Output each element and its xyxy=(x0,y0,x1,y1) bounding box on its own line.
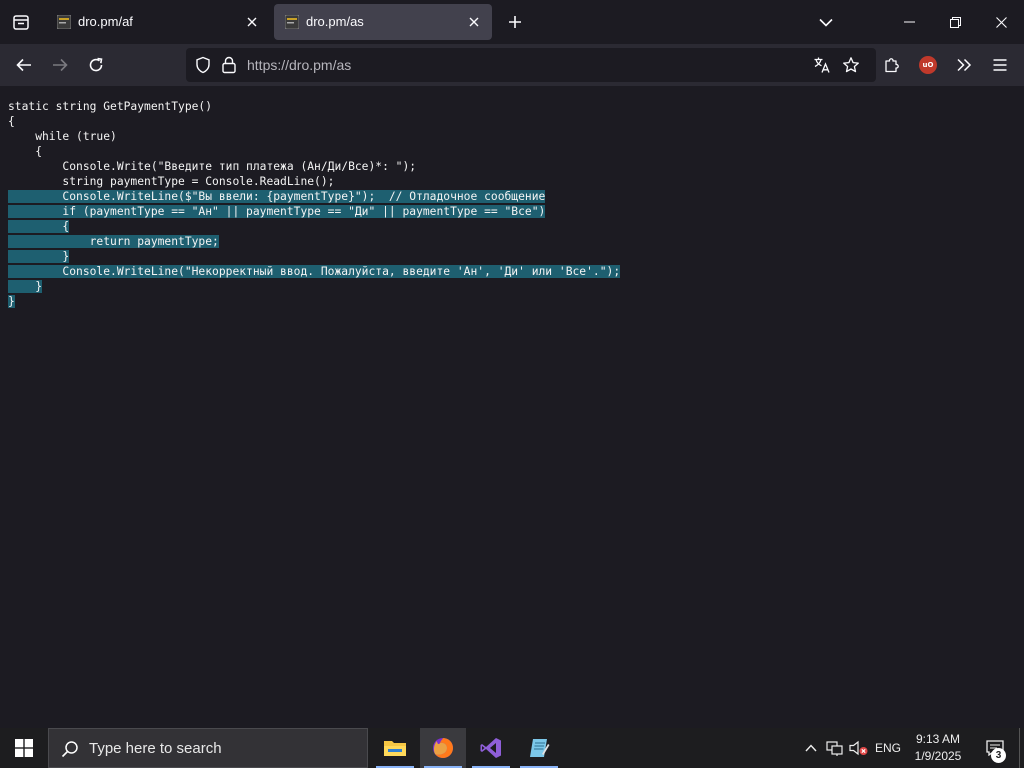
navigation-toolbar: https://dro.pm/as uO xyxy=(0,44,1024,86)
volume-muted-icon[interactable] xyxy=(848,728,870,768)
tab-title: dro.pm/as xyxy=(306,14,364,29)
notepad-icon[interactable] xyxy=(516,728,562,768)
ublock-icon[interactable]: uO xyxy=(912,49,944,81)
site-favicon-icon xyxy=(57,15,71,29)
tab-strip: dro.pm/af dro.pm/as xyxy=(0,0,1024,44)
chevron-up-icon[interactable] xyxy=(800,728,822,768)
plus-icon[interactable] xyxy=(502,9,528,35)
clock-time: 9:13 AM xyxy=(915,732,961,746)
code-line-selected: } xyxy=(8,295,15,308)
taskbar-search-input[interactable]: Type here to search xyxy=(48,728,368,768)
arrow-right-icon[interactable] xyxy=(44,49,76,81)
tab-list-icon[interactable] xyxy=(0,0,42,44)
code-line-selected: return paymentType; xyxy=(8,235,219,248)
close-tab-icon[interactable] xyxy=(242,12,262,32)
firefox-icon[interactable] xyxy=(420,728,466,768)
star-icon[interactable] xyxy=(842,56,860,74)
show-desktop-button[interactable] xyxy=(1019,728,1024,768)
code-line: while (true) xyxy=(8,130,117,143)
code-line-selected: } xyxy=(8,280,43,293)
ublock-badge: uO xyxy=(919,56,937,74)
url-bar[interactable]: https://dro.pm/as xyxy=(186,48,876,82)
clock[interactable]: 9:13 AM 1/9/2025 xyxy=(906,731,970,765)
clock-date: 1/9/2025 xyxy=(914,749,962,763)
puzzle-icon[interactable] xyxy=(876,49,908,81)
code-line-selected: if (paymentType == "Ан" || paymentType =… xyxy=(8,205,546,218)
close-window-icon[interactable] xyxy=(978,0,1024,44)
close-tab-icon[interactable] xyxy=(464,12,484,32)
code-block[interactable]: static string GetPaymentType() { while (t… xyxy=(8,99,621,309)
code-line: { xyxy=(8,115,15,128)
tab-title: dro.pm/af xyxy=(78,14,133,29)
code-line: static string GetPaymentType() xyxy=(8,100,213,113)
file-explorer-icon[interactable] xyxy=(372,728,418,768)
arrow-left-icon[interactable] xyxy=(8,49,40,81)
page-content: static string GetPaymentType() { while (t… xyxy=(0,86,1024,728)
tab-dro-pm-as[interactable]: dro.pm/as xyxy=(274,4,492,40)
translate-icon[interactable] xyxy=(813,56,831,74)
language-indicator[interactable]: ENG xyxy=(872,728,904,768)
url-text[interactable]: https://dro.pm/as xyxy=(247,57,351,73)
site-favicon-icon xyxy=(285,15,299,29)
code-line-selected: { xyxy=(8,220,70,233)
taskbar: Type here to search ENG 9:13 AM 1/9/2025… xyxy=(0,728,1024,768)
reload-icon[interactable] xyxy=(80,49,112,81)
code-line-selected: Console.WriteLine($"Вы ввели: {paymentTy… xyxy=(8,190,546,203)
code-line-selected: Console.WriteLine("Некорректный ввод. По… xyxy=(8,265,621,278)
code-line: { xyxy=(8,145,43,158)
restore-icon[interactable] xyxy=(932,0,978,44)
shield-icon[interactable] xyxy=(194,56,212,74)
chevrons-right-icon[interactable] xyxy=(948,49,980,81)
code-line: Console.Write("Введите тип платежа (Ан/Д… xyxy=(8,160,417,173)
minimize-icon[interactable] xyxy=(886,0,932,44)
code-line-selected: } xyxy=(8,250,70,263)
code-line: string paymentType = Console.ReadLine(); xyxy=(8,175,335,188)
chevron-down-icon[interactable] xyxy=(812,9,840,35)
windows-start-icon[interactable] xyxy=(0,728,48,768)
notification-count-badge: 3 xyxy=(991,748,1006,763)
search-icon xyxy=(61,741,78,758)
hamburger-icon[interactable] xyxy=(984,49,1016,81)
network-icon[interactable] xyxy=(824,728,846,768)
visual-studio-icon[interactable] xyxy=(468,728,514,768)
search-placeholder: Type here to search xyxy=(89,740,222,757)
lock-icon[interactable] xyxy=(221,56,237,74)
tab-dro-pm-af[interactable]: dro.pm/af xyxy=(46,4,270,40)
